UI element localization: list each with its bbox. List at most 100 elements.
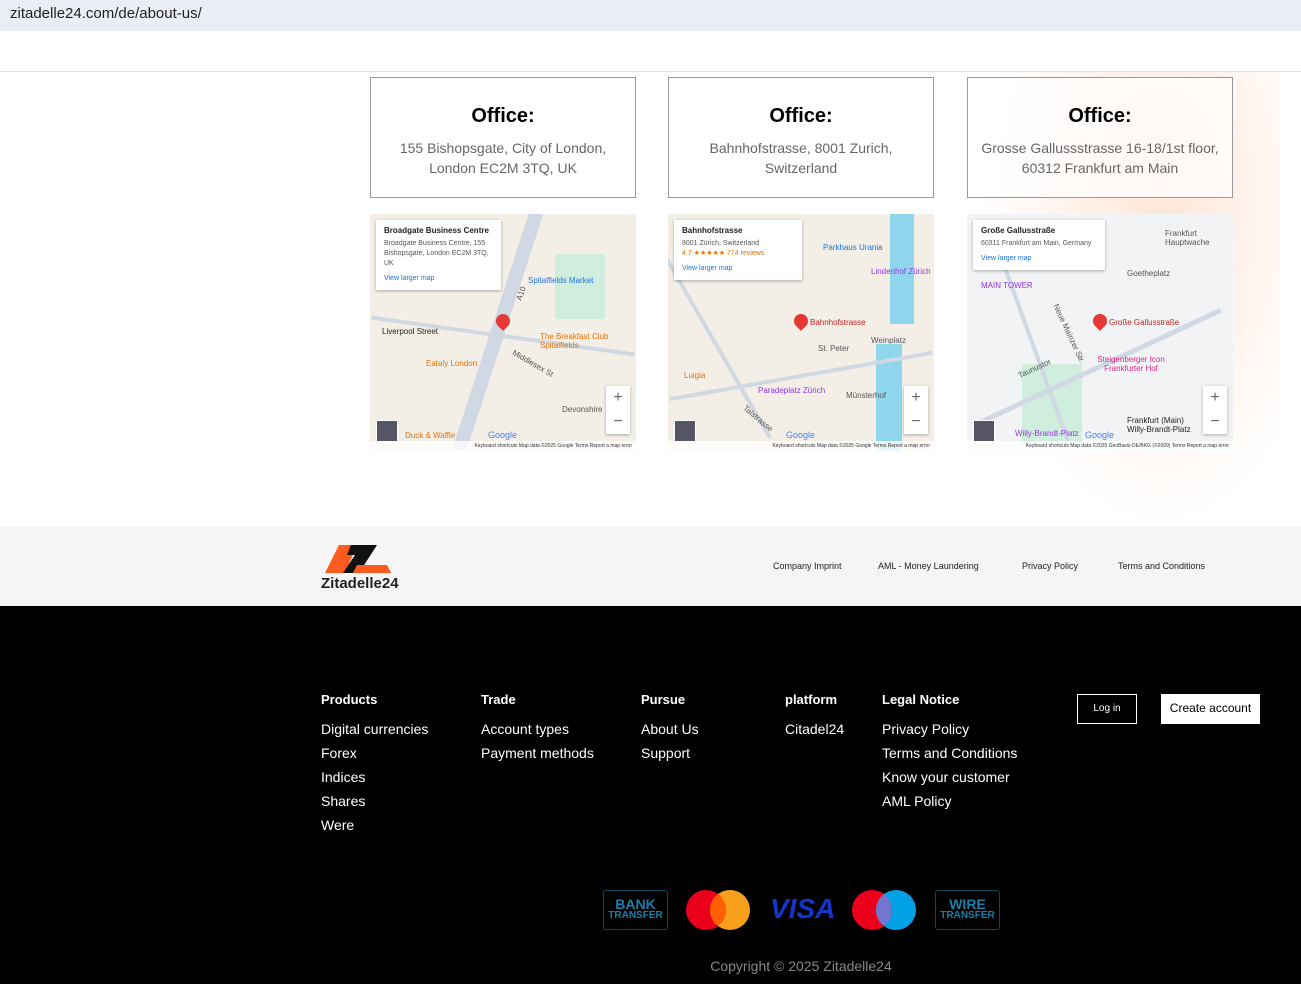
map-pin-icon[interactable] <box>791 311 811 331</box>
footer-link[interactable]: Account types <box>481 717 594 741</box>
map-zoom-controls[interactable]: + − <box>904 386 928 434</box>
brand-name: Zitadelle24 <box>321 575 399 592</box>
place-name: Große Gallusstraße <box>981 226 1056 235</box>
copyright: Copyright © 2025 Zitadelle24 <box>710 958 892 974</box>
map-label: Spitalfields Market <box>528 276 594 285</box>
place-name: Bahnhofstrasse <box>682 226 743 235</box>
map-london[interactable]: Broadgate Business Centre Broadgate Busin… <box>370 214 636 451</box>
footer-column-trade: Trade Account types Payment methods <box>481 692 594 765</box>
footer-link-privacy[interactable]: Privacy Policy <box>1022 561 1078 571</box>
office-title: Office: <box>1068 105 1132 127</box>
footer-link[interactable]: Forex <box>321 741 428 765</box>
office-card-zurich: Office: Bahnhofstrasse, 8001 Zurich, Swit… <box>668 77 934 198</box>
create-account-button[interactable]: Create account <box>1161 694 1260 724</box>
map-frankfurt[interactable]: Große Gallusstraße 60311 Frankfurt am Mai… <box>967 214 1233 451</box>
footer-link[interactable]: AML Policy <box>882 789 1017 813</box>
footer-link[interactable]: Know your customer <box>882 765 1017 789</box>
place-address: 8001 Zürich, Switzerland <box>682 240 760 247</box>
login-button[interactable]: Log in <box>1077 694 1137 724</box>
place-address: Broadgate Business Centre, 155 Bishopsga… <box>384 240 489 267</box>
footer-link[interactable]: Citadel24 <box>785 717 844 741</box>
office-address: Grosse Gallussstrasse 16-18/1st floor, 6… <box>981 140 1219 176</box>
transfer-label: TRANSFER <box>940 910 995 921</box>
zoom-in-button[interactable]: + <box>904 386 928 410</box>
office-address: 155 Bishopsgate, City of London, London … <box>399 140 607 176</box>
zoom-in-button[interactable]: + <box>1203 386 1227 410</box>
transfer-label: TRANSFER <box>608 910 663 921</box>
map-label: Frankfurt Hauptwache <box>1165 229 1210 247</box>
map-label: Goetheplatz <box>1127 269 1171 278</box>
zoom-out-button[interactable]: − <box>606 410 630 434</box>
footer-link-aml[interactable]: AML - Money Laundering <box>878 561 979 571</box>
footer-link[interactable]: Privacy Policy <box>882 717 1017 741</box>
map-info-card: Bahnhofstrasse 8001 Zürich, Switzerland 4.… <box>674 220 802 280</box>
office-card-frankfurt: Office: Grosse Gallussstrasse 16-18/1st f… <box>967 77 1233 198</box>
map-label: MAIN TOWER <box>981 281 1033 290</box>
map-label: Devonshire <box>562 405 603 414</box>
view-larger-map-link[interactable]: View larger map <box>981 254 1097 264</box>
pin-label: Bahnhofstrasse <box>810 318 866 327</box>
map-label: Talstrasse <box>741 403 775 434</box>
footer-link[interactable]: Shares <box>321 789 428 813</box>
footer-column-legal: Legal Notice Privacy Policy Terms and Cond… <box>882 692 1017 813</box>
map-attribution[interactable]: Keyboard shortcuts Map data ©2025 Google… <box>370 441 636 451</box>
column-heading: Legal Notice <box>882 692 960 707</box>
zitadelle24-logo-icon[interactable] <box>321 543 391 575</box>
visa-logo: VISA <box>770 893 836 924</box>
map-pin-icon[interactable] <box>1090 311 1110 331</box>
satellite-toggle[interactable] <box>973 420 995 442</box>
footer-top-band <box>0 527 1301 606</box>
map-label: Liverpool Street <box>382 327 439 336</box>
footer-link[interactable]: Indices <box>321 765 428 789</box>
map-label: Duck & Waffle <box>405 431 456 440</box>
footer-link-imprint[interactable]: Company Imprint <box>773 561 842 571</box>
column-heading: Pursue <box>641 692 686 707</box>
footer-link[interactable]: Digital currencies <box>321 717 428 741</box>
zoom-out-button[interactable]: − <box>904 410 928 434</box>
footer-link[interactable]: Payment methods <box>481 741 594 765</box>
google-logo: Google <box>1085 430 1115 440</box>
pin-label: Große Gallusstraße <box>1109 318 1180 327</box>
map-attribution[interactable]: Keyboard shortcuts Map data ©2025 GeoBas… <box>967 441 1233 451</box>
map-info-card: Große Gallusstraße 60311 Frankfurt am Mai… <box>973 220 1105 270</box>
office-address: Bahnhofstrasse, 8001 Zurich, Switzerland <box>709 140 893 176</box>
address-bar[interactable]: zitadelle24.com/de/about-us/ <box>0 0 1301 31</box>
map-attribution[interactable]: Keyboard shortcuts Map data ©2025 Google… <box>668 441 934 451</box>
map-zurich[interactable]: Bahnhofstrasse 8001 Zürich, Switzerland 4.… <box>668 214 934 451</box>
view-larger-map-link[interactable]: View larger map <box>384 274 493 284</box>
map-label: Willy-Brandt-Platz <box>1015 429 1079 438</box>
map-label: Steigenberger Icon Frankfurter Hof <box>1097 355 1165 373</box>
footer-link-terms[interactable]: Terms and Conditions <box>1118 561 1205 571</box>
bank-transfer-logo: BANK TRANSFER <box>603 890 668 930</box>
place-address: 60311 Frankfurt am Main, Germany <box>981 240 1092 247</box>
map-label: Luigia <box>684 371 706 380</box>
footer-link[interactable]: About Us <box>641 717 699 741</box>
map-zoom-controls[interactable]: + − <box>1203 386 1227 434</box>
footer-link[interactable]: Were <box>321 813 428 837</box>
footer-column-products: Products Digital currencies Forex Indices Sh… <box>321 692 428 837</box>
office-title: Office: <box>471 105 535 127</box>
map-label: St. Peter <box>818 344 850 353</box>
mastercard-icon <box>686 890 750 930</box>
wire-transfer-logo: WIRE TRANSFER <box>935 890 1000 930</box>
map-label: Middlesex St <box>510 348 555 379</box>
footer-link[interactable]: Terms and Conditions <box>882 741 1017 765</box>
map-label: Parkhaus Urania <box>823 243 883 252</box>
map-label: Eataly London <box>426 359 478 368</box>
google-logo: Google <box>488 430 518 440</box>
view-larger-map-link[interactable]: View larger map <box>682 264 794 274</box>
zoom-out-button[interactable]: − <box>1203 410 1227 434</box>
map-info-card: Broadgate Business Centre Broadgate Busin… <box>376 220 501 290</box>
zoom-in-button[interactable]: + <box>606 386 630 410</box>
place-name: Broadgate Business Centre <box>384 226 489 235</box>
footer-column-pursue: Pursue About Us Support <box>641 692 699 765</box>
office-card-london: Office: 155 Bishopsgate, City of London, … <box>370 77 636 198</box>
rating: 4.7 ★★★★★ 774 reviews <box>682 250 765 257</box>
map-zoom-controls[interactable]: + − <box>606 386 630 434</box>
map-label: Lindenhof Zürich <box>871 267 931 276</box>
google-logo: Google <box>786 430 816 440</box>
satellite-toggle[interactable] <box>376 420 398 442</box>
map-label: Münsterhof <box>846 391 887 400</box>
satellite-toggle[interactable] <box>674 420 696 442</box>
footer-link[interactable]: Support <box>641 741 699 765</box>
